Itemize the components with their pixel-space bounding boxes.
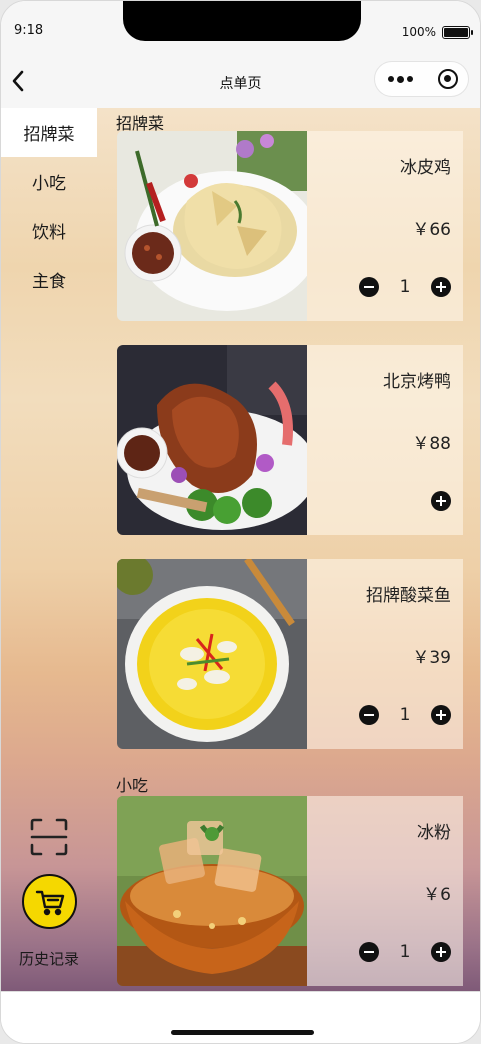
quantity-stepper: 1 bbox=[359, 705, 451, 725]
plus-circle-icon[interactable] bbox=[431, 277, 451, 297]
dish-photo-ice-jelly bbox=[117, 796, 307, 986]
battery-icon bbox=[442, 25, 473, 39]
phone-screen: 9:18 100% 点单页 招牌菜 小吃 饮料 主食 历史记录 招牌菜 冰皮鸡 … bbox=[0, 0, 481, 1044]
dish-price: ￥39 bbox=[412, 648, 451, 668]
device-notch bbox=[123, 1, 361, 41]
sidebar-item-snacks[interactable]: 小吃 bbox=[1, 157, 97, 206]
plus-circle-icon[interactable] bbox=[431, 705, 451, 725]
dish-name: 冰皮鸡 bbox=[400, 158, 451, 178]
dish-info: 冰粉 ￥6 1 bbox=[307, 796, 463, 986]
scan-icon[interactable] bbox=[28, 816, 70, 858]
dish-name: 招牌酸菜鱼 bbox=[366, 586, 451, 606]
dish-info: 北京烤鸭 ￥88 bbox=[307, 345, 463, 535]
dish-card: 招牌酸菜鱼 ￥39 1 bbox=[117, 559, 463, 749]
quantity-stepper: 1 bbox=[359, 277, 451, 297]
dish-card: 北京烤鸭 ￥88 bbox=[117, 345, 463, 535]
cart-button[interactable] bbox=[22, 874, 77, 929]
dish-photo-roast-duck bbox=[117, 345, 307, 535]
minus-circle-icon[interactable] bbox=[359, 942, 379, 962]
quantity-value: 1 bbox=[399, 705, 411, 725]
mini-program-capsule bbox=[374, 61, 469, 97]
dish-info: 招牌酸菜鱼 ￥39 1 bbox=[307, 559, 463, 749]
dish-name: 冰粉 bbox=[417, 823, 451, 843]
status-time: 9:18 bbox=[14, 23, 44, 38]
close-target-icon[interactable] bbox=[438, 69, 458, 89]
sidebar-item-staples[interactable]: 主食 bbox=[1, 255, 97, 304]
dish-info: 冰皮鸡 ￥66 1 bbox=[307, 131, 463, 321]
minus-circle-icon[interactable] bbox=[359, 277, 379, 297]
section-title-snacks: 小吃 bbox=[116, 776, 149, 795]
shopping-cart-icon bbox=[35, 890, 64, 915]
more-dots-icon[interactable] bbox=[375, 62, 425, 96]
bottom-safe-area bbox=[1, 991, 480, 1043]
sidebar-item-label: 饮料 bbox=[32, 223, 66, 243]
category-sidebar: 招牌菜 小吃 饮料 主食 历史记录 bbox=[1, 108, 97, 991]
dish-price: ￥88 bbox=[412, 434, 451, 454]
home-indicator[interactable] bbox=[171, 1030, 314, 1035]
quantity-stepper: 1 bbox=[359, 942, 451, 962]
dish-name: 北京烤鸭 bbox=[383, 372, 451, 392]
minus-circle-icon[interactable] bbox=[359, 705, 379, 725]
quantity-stepper bbox=[431, 491, 451, 511]
sidebar-item-label: 招牌菜 bbox=[23, 125, 75, 145]
dish-price: ￥66 bbox=[412, 220, 451, 240]
plus-circle-icon[interactable] bbox=[431, 491, 451, 511]
sidebar-item-drinks[interactable]: 饮料 bbox=[1, 206, 97, 255]
quantity-value: 1 bbox=[399, 277, 411, 297]
menu-content: 招牌菜 小吃 饮料 主食 历史记录 招牌菜 冰皮鸡 ￥66 1 北京烤鸭 ￥88… bbox=[1, 108, 480, 991]
battery-percent: 100% bbox=[401, 25, 436, 39]
dish-photo-poached-chicken bbox=[117, 131, 307, 321]
quantity-value: 1 bbox=[399, 942, 411, 962]
history-link[interactable]: 历史记录 bbox=[1, 948, 97, 969]
dish-card: 冰皮鸡 ￥66 1 bbox=[117, 131, 463, 321]
sidebar-item-label: 小吃 bbox=[32, 174, 66, 194]
sidebar-item-label: 主食 bbox=[32, 272, 66, 292]
nav-bar: 点单页 bbox=[1, 53, 480, 108]
status-bar: 9:18 100% bbox=[1, 1, 480, 53]
dish-card: 冰粉 ￥6 1 bbox=[117, 796, 463, 986]
dish-list: 招牌菜 冰皮鸡 ￥66 1 北京烤鸭 ￥88 招牌酸菜鱼 ￥39 1 小吃 冰粉… bbox=[97, 108, 480, 991]
battery-indicator: 100% bbox=[401, 25, 473, 39]
sidebar-item-signature[interactable]: 招牌菜 bbox=[1, 108, 97, 157]
plus-circle-icon[interactable] bbox=[431, 942, 451, 962]
dish-price: ￥6 bbox=[423, 885, 451, 905]
dish-photo-pickled-fish bbox=[117, 559, 307, 749]
